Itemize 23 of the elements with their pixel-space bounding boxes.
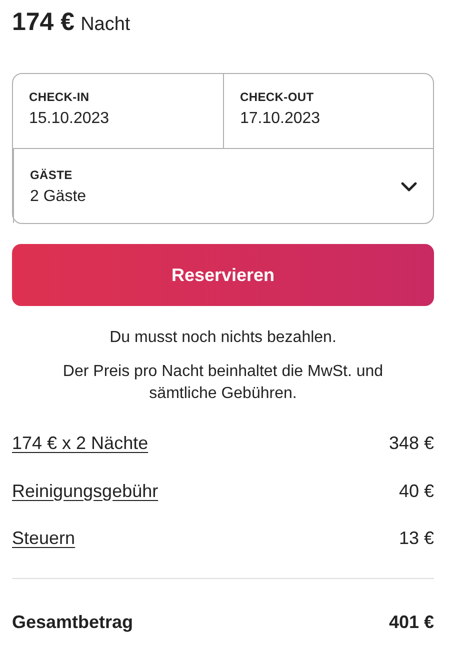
fee-amount: 13 €: [398, 528, 434, 549]
guests-dropdown[interactable]: GÄSTE 2 Gäste: [13, 148, 433, 223]
nightly-price: 174 €: [12, 8, 75, 37]
field-value: 17.10.2023: [240, 110, 322, 128]
reserve-button[interactable]: Reservieren: [12, 244, 434, 306]
chevron-down-icon: [401, 182, 417, 192]
fee-link[interactable]: 174 € x 2 Nächte: [12, 433, 148, 454]
fee-link[interactable]: Reinigungsgebühr: [12, 480, 158, 502]
check-in-field[interactable]: CHECK-IN 15.10.2023: [13, 74, 223, 148]
field-label: GÄSTE: [30, 168, 74, 182]
field-value: 15.10.2023: [29, 110, 110, 128]
fee-amount: 348 €: [388, 433, 434, 454]
field-label: CHECK-IN: [29, 90, 90, 104]
info-note: Der Preis pro Nacht beinhaltet die MwSt. und sämtliche Gebühren.: [62, 362, 384, 404]
total-label: Gesamtbetrag: [12, 612, 134, 632]
field-label: CHECK-OUT: [240, 90, 315, 104]
field-value: 2 Gäste: [30, 188, 86, 206]
fee-link[interactable]: Steuern: [12, 528, 76, 549]
price-unit: Nacht: [80, 14, 130, 36]
info-note: Du musst noch nichts bezahlen.: [108, 328, 338, 348]
check-out-field[interactable]: CHECK-OUT 17.10.2023: [223, 74, 433, 148]
fee-amount: 40 €: [398, 480, 434, 502]
total-amount: 401 €: [388, 612, 434, 632]
